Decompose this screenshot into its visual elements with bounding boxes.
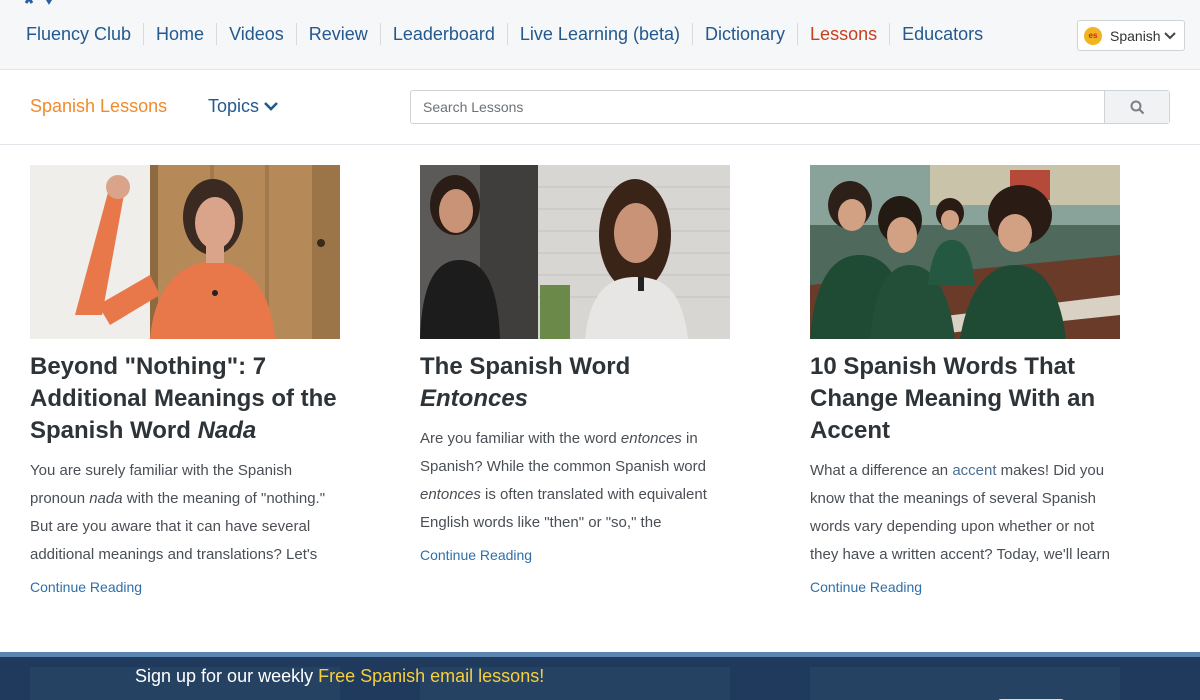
- spanish-lessons-link[interactable]: Spanish Lessons: [30, 96, 167, 117]
- nav-item-videos[interactable]: Videos: [216, 23, 296, 45]
- language-selector[interactable]: es Spanish: [1077, 20, 1185, 51]
- site-logo[interactable]: [22, 0, 82, 6]
- lesson-title[interactable]: The Spanish Word Entonces: [420, 351, 730, 415]
- lesson-card: The Spanish Word Entonces Are you famili…: [420, 165, 730, 565]
- signup-message: Sign up for our weekly Free Spanish emai…: [135, 666, 545, 686]
- lesson-card: Beyond "Nothing": 7 Additional Meanings …: [30, 165, 340, 597]
- continue-reading-link[interactable]: Continue Reading: [810, 579, 922, 595]
- lesson-title[interactable]: Beyond "Nothing": 7 Additional Meanings …: [30, 351, 340, 447]
- top-navbar: Fluency Club Home Videos Review Leaderbo…: [0, 0, 1200, 70]
- lesson-excerpt: Are you familiar with the word entonces …: [420, 430, 707, 531]
- nav-item-lessons[interactable]: Lessons: [797, 23, 889, 45]
- search-icon: [1130, 100, 1144, 114]
- continue-reading-link[interactable]: Continue Reading: [420, 547, 532, 563]
- nav-item-live-learning[interactable]: Live Learning (beta): [506, 23, 692, 45]
- search-button[interactable]: [1104, 91, 1169, 123]
- topics-dropdown[interactable]: Topics: [208, 96, 279, 117]
- email-signup-bar: Sign up for our weekly Free Spanish emai…: [0, 652, 1200, 700]
- card-preview-shadow: [810, 667, 1120, 700]
- lesson-thumbnail[interactable]: [420, 165, 730, 339]
- search-input[interactable]: [411, 91, 1104, 123]
- accent-link[interactable]: accent: [952, 462, 996, 479]
- main-nav: Fluency Club Home Videos Review Leaderbo…: [14, 22, 995, 46]
- nav-item-educators[interactable]: Educators: [889, 23, 995, 45]
- lesson-title[interactable]: 10 Spanish Words That Change Meaning Wit…: [810, 351, 1120, 447]
- lesson-card: 10 Spanish Words That Change Meaning Wit…: [810, 165, 1120, 597]
- chevron-down-icon: [1163, 31, 1176, 39]
- lesson-excerpt: What a difference an accent makes! Did y…: [810, 462, 1110, 563]
- spain-flag-icon: es: [1084, 26, 1102, 45]
- lesson-thumbnail[interactable]: [810, 165, 1120, 339]
- language-label: Spanish: [1110, 27, 1161, 44]
- nav-item-home[interactable]: Home: [143, 23, 216, 45]
- lesson-thumbnail[interactable]: [30, 165, 340, 339]
- continue-reading-link[interactable]: Continue Reading: [30, 579, 142, 595]
- chevron-down-icon: [264, 102, 278, 111]
- nav-item-dictionary[interactable]: Dictionary: [692, 23, 797, 45]
- lesson-excerpt: You are surely familiar with the Spanish…: [30, 462, 326, 563]
- lessons-subheader: Spanish Lessons Topics: [0, 70, 1200, 145]
- nav-item-leaderboard[interactable]: Leaderboard: [379, 23, 507, 45]
- nav-item-review[interactable]: Review: [295, 23, 380, 45]
- nav-item-fluency-club[interactable]: Fluency Club: [14, 23, 143, 45]
- topics-label: Topics: [208, 96, 260, 116]
- search-box: [410, 90, 1170, 124]
